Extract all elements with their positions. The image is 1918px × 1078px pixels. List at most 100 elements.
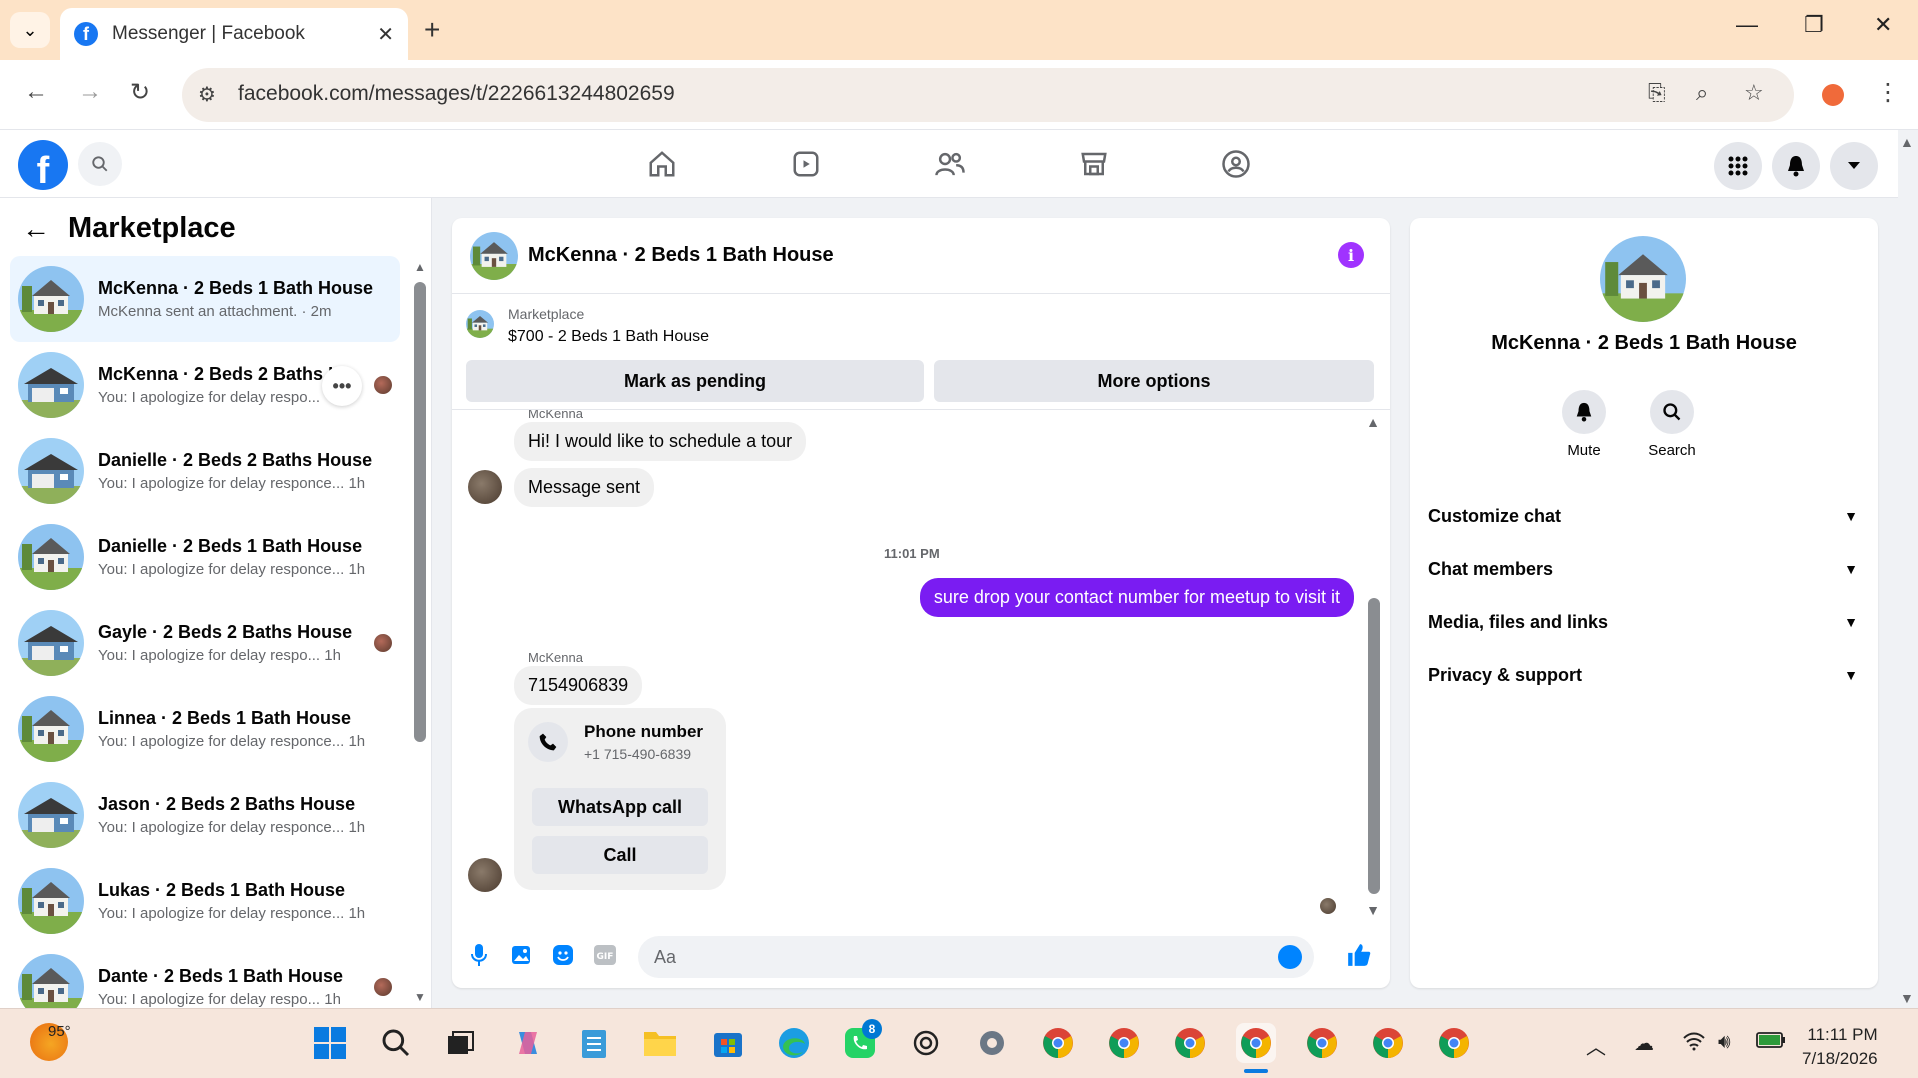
conversation-item[interactable]: Lukas · 2 Beds 1 Bath House You: I apolog… bbox=[10, 858, 400, 944]
facebook-logo-icon[interactable]: f bbox=[18, 140, 68, 190]
conversation-item[interactable]: Gayle · 2 Beds 2 Baths House You: I apolo… bbox=[10, 600, 400, 686]
reload-icon[interactable]: ↻ bbox=[130, 78, 150, 107]
site-settings-icon[interactable]: ⚙ bbox=[198, 82, 216, 107]
install-app-icon[interactable]: ⎘ bbox=[1648, 80, 1666, 106]
bookmark-star-icon[interactable]: ☆ bbox=[1744, 80, 1764, 106]
page-scroll-down-icon[interactable]: ▼ bbox=[1900, 990, 1914, 1006]
notifications-bell-icon[interactable] bbox=[1772, 142, 1820, 190]
like-thumbs-up-icon[interactable] bbox=[1346, 942, 1372, 968]
emoji-icon[interactable] bbox=[1278, 945, 1302, 969]
address-bar[interactable]: ⚙ facebook.com/messages/t/22266132448026… bbox=[182, 68, 1794, 122]
restore-button[interactable]: ❐ bbox=[1804, 12, 1824, 38]
chrome-active-icon[interactable] bbox=[1236, 1023, 1276, 1063]
zoom-icon[interactable]: ⌕ bbox=[1696, 80, 1708, 106]
media-files-links-section[interactable]: Media, files and links ▼ bbox=[1428, 602, 1858, 642]
incoming-message[interactable]: Hi! I would like to schedule a tour bbox=[514, 422, 807, 461]
mute-action[interactable]: Mute bbox=[1544, 390, 1624, 459]
conversation-item[interactable]: McKenna · 2 Beds 2 Baths H You: I apologi… bbox=[10, 342, 400, 428]
search-action[interactable]: Search bbox=[1632, 390, 1712, 459]
chrome-profile-2-icon[interactable] bbox=[1104, 1023, 1144, 1063]
listing-thumbnail[interactable] bbox=[466, 310, 494, 338]
gif-icon[interactable]: GIF bbox=[592, 942, 618, 968]
mark-as-pending-button[interactable]: Mark as pending bbox=[466, 360, 924, 402]
microsoft-store-icon[interactable] bbox=[708, 1023, 748, 1063]
menu-grid-icon[interactable] bbox=[1714, 142, 1762, 190]
sender-avatar[interactable] bbox=[468, 858, 502, 892]
conversation-item[interactable]: Linnea · 2 Beds 1 Bath House You: I apolo… bbox=[10, 686, 400, 772]
battery-icon[interactable] bbox=[1756, 1031, 1786, 1055]
taskbar-search-icon[interactable] bbox=[376, 1023, 416, 1063]
conversation-item[interactable]: Danielle · 2 Beds 2 Baths House You: I ap… bbox=[10, 428, 400, 514]
page-scroll-up-icon[interactable]: ▲ bbox=[1900, 134, 1914, 150]
chrome-profile-4-icon[interactable] bbox=[1302, 1023, 1342, 1063]
privacy-support-section[interactable]: Privacy & support ▼ bbox=[1428, 655, 1858, 695]
extension-icon[interactable] bbox=[1822, 84, 1844, 106]
outgoing-message[interactable]: sure drop your contact number for meetup… bbox=[919, 578, 1354, 617]
chatgpt-icon[interactable] bbox=[906, 1023, 946, 1063]
settings-gear-icon[interactable] bbox=[972, 1023, 1012, 1063]
chat-avatar[interactable] bbox=[470, 232, 518, 280]
more-options-dots-icon[interactable]: ••• bbox=[322, 366, 362, 406]
chrome-profile-1-icon[interactable] bbox=[1038, 1023, 1078, 1063]
whatsapp-call-button[interactable]: WhatsApp call bbox=[532, 788, 708, 826]
message-input[interactable]: Aa bbox=[638, 936, 1314, 978]
minimize-button[interactable]: — bbox=[1736, 12, 1758, 38]
more-options-button[interactable]: More options bbox=[934, 360, 1374, 402]
chat-scroll-down-icon[interactable]: ▼ bbox=[1366, 902, 1380, 918]
chrome-profile-5-icon[interactable] bbox=[1368, 1023, 1408, 1063]
chat-members-section[interactable]: Chat members ▼ bbox=[1428, 549, 1858, 589]
photo-icon[interactable] bbox=[508, 942, 534, 968]
file-explorer-icon[interactable] bbox=[640, 1023, 680, 1063]
conversation-item[interactable]: Jason · 2 Beds 2 Baths House You: I apolo… bbox=[10, 772, 400, 858]
groups-icon[interactable] bbox=[1216, 144, 1256, 184]
browser-menu-icon[interactable]: ⋮ bbox=[1876, 78, 1900, 107]
bell-icon[interactable] bbox=[1562, 390, 1606, 434]
tab-search-menu-button[interactable]: ⌄ bbox=[10, 12, 50, 48]
sender-avatar[interactable] bbox=[468, 470, 502, 504]
wifi-icon[interactable] bbox=[1682, 1031, 1706, 1057]
conversation-item[interactable]: Dante · 2 Beds 1 Bath House You: I apolog… bbox=[10, 944, 400, 1008]
scroll-down-arrow-icon[interactable]: ▼ bbox=[414, 990, 426, 1004]
close-window-button[interactable]: ✕ bbox=[1874, 12, 1892, 38]
sidebar-scrollbar[interactable] bbox=[414, 282, 426, 742]
browser-tab[interactable]: f Messenger | Facebook ✕ bbox=[60, 8, 408, 60]
notepad-icon[interactable] bbox=[574, 1023, 614, 1063]
windows-start-icon[interactable] bbox=[310, 1023, 350, 1063]
show-hidden-icons-chevron-icon[interactable]: ︿ bbox=[1586, 1031, 1606, 1060]
chat-scrollbar[interactable] bbox=[1368, 598, 1380, 894]
contact-avatar[interactable] bbox=[1600, 236, 1686, 322]
system-clock[interactable]: 11:11 PM 7/18/2026 bbox=[1802, 1023, 1878, 1071]
chrome-profile-3-icon[interactable] bbox=[1170, 1023, 1210, 1063]
conversation-item[interactable]: McKenna · 2 Beds 1 Bath House McKenna sen… bbox=[10, 256, 400, 342]
search-icon[interactable] bbox=[78, 142, 122, 186]
chrome-profile-6-icon[interactable] bbox=[1434, 1023, 1474, 1063]
account-dropdown-icon[interactable] bbox=[1830, 142, 1878, 190]
call-button[interactable]: Call bbox=[532, 836, 708, 874]
video-icon[interactable] bbox=[786, 144, 826, 184]
customize-chat-section[interactable]: Customize chat ▼ bbox=[1428, 496, 1858, 536]
info-icon[interactable]: i bbox=[1338, 242, 1364, 268]
microphone-icon[interactable] bbox=[466, 942, 492, 968]
friends-icon[interactable] bbox=[930, 144, 970, 184]
listing-title[interactable]: $700 - 2 Beds 1 Bath House bbox=[508, 328, 709, 346]
incoming-message[interactable]: 7154906839 bbox=[514, 666, 643, 705]
incoming-message[interactable]: Message sent bbox=[514, 468, 655, 507]
back-arrow-icon[interactable]: ← bbox=[22, 213, 50, 245]
onedrive-icon[interactable]: ☁ bbox=[1634, 1031, 1654, 1056]
scroll-up-arrow-icon[interactable]: ▲ bbox=[414, 260, 426, 274]
sticker-icon[interactable] bbox=[550, 942, 576, 968]
search-icon[interactable] bbox=[1650, 390, 1694, 434]
new-tab-button[interactable]: + bbox=[424, 14, 440, 46]
back-icon[interactable]: ← bbox=[24, 78, 48, 106]
chat-title[interactable]: McKenna · 2 Beds 1 Bath House bbox=[528, 244, 834, 267]
url-text[interactable]: facebook.com/messages/t/2226613244802659 bbox=[238, 82, 675, 106]
volume-icon[interactable]: 🔊︎ bbox=[1718, 1031, 1731, 1054]
edge-icon[interactable] bbox=[774, 1023, 814, 1063]
home-icon[interactable] bbox=[642, 144, 682, 184]
forward-icon[interactable]: → bbox=[78, 78, 102, 106]
task-view-icon[interactable] bbox=[440, 1023, 480, 1063]
close-tab-icon[interactable]: ✕ bbox=[377, 22, 394, 47]
marketplace-icon[interactable] bbox=[1074, 144, 1114, 184]
chat-scroll-up-icon[interactable]: ▲ bbox=[1366, 414, 1380, 430]
copilot-icon[interactable] bbox=[508, 1023, 548, 1063]
